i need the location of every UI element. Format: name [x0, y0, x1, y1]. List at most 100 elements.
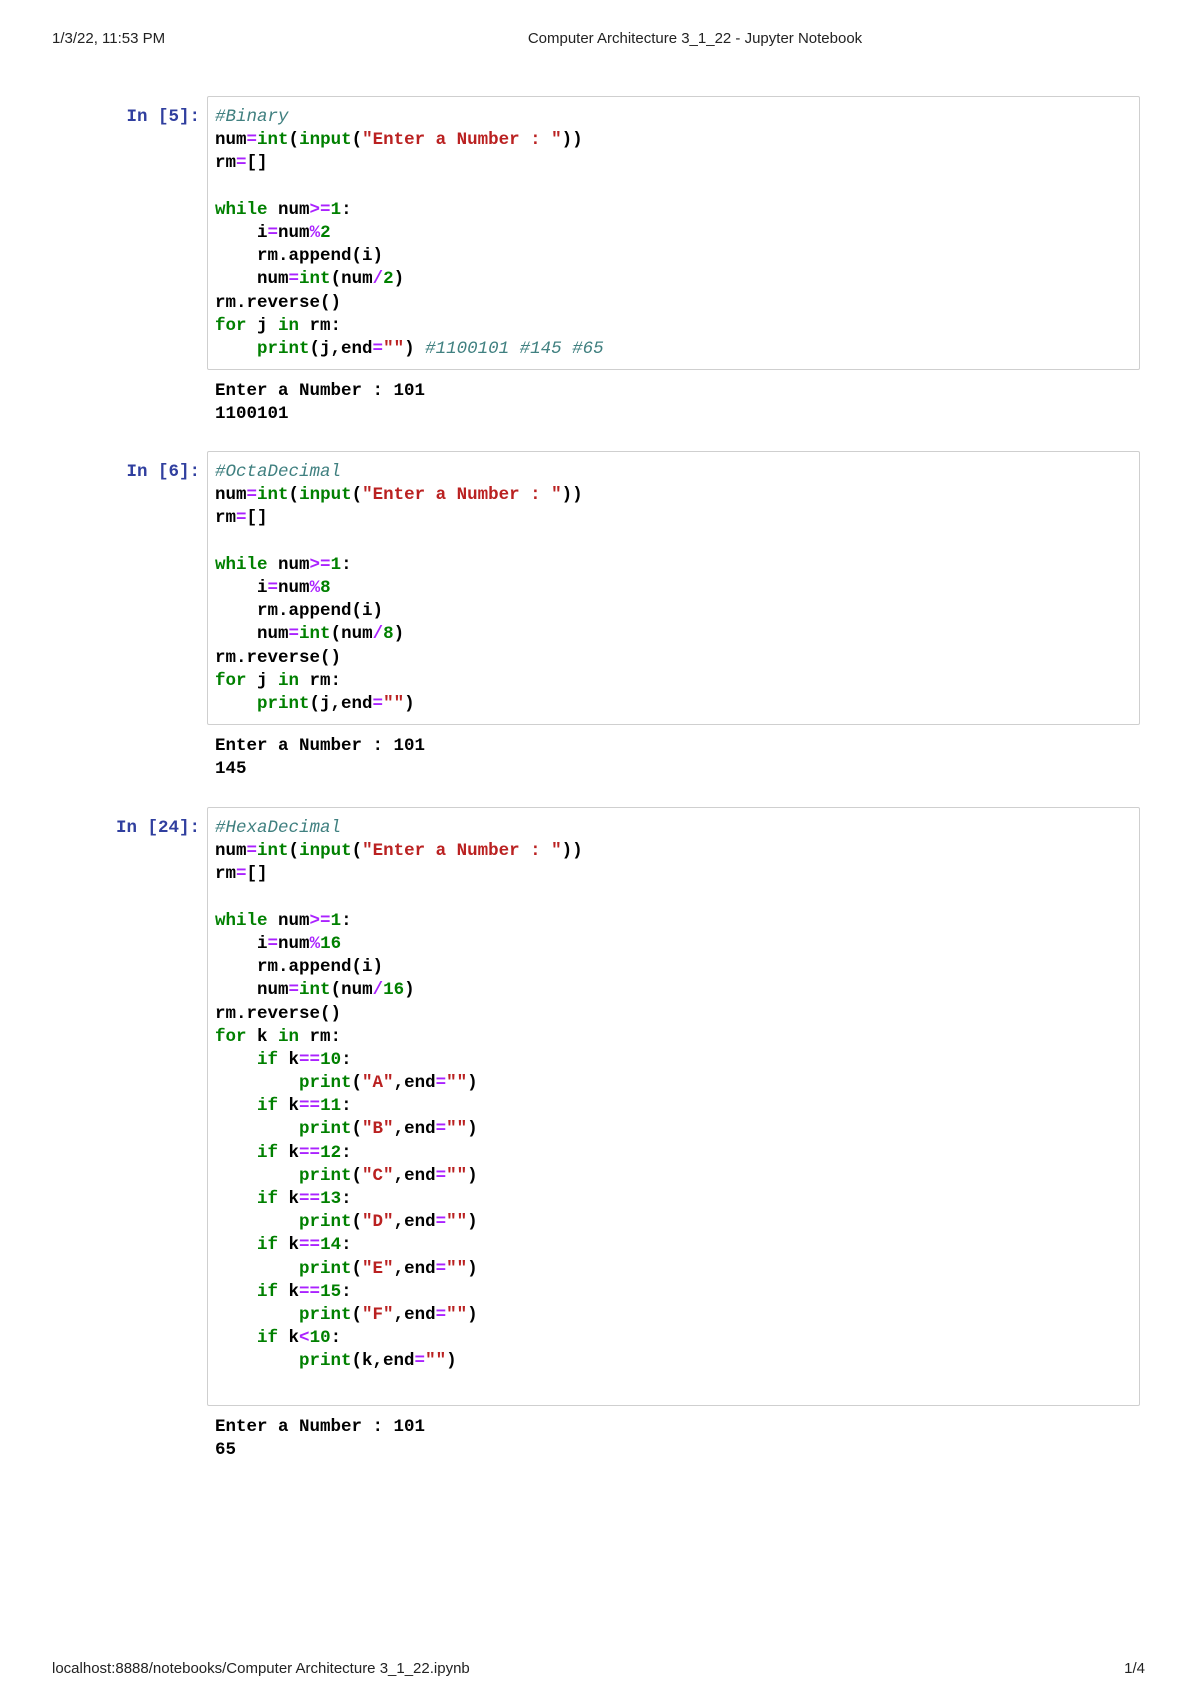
code-token: 1	[330, 910, 342, 931]
code-token: )	[404, 980, 415, 1001]
code-token: input	[299, 841, 352, 862]
code-editor[interactable]: #Binary num=int(input("Enter a Number : "…	[215, 106, 1132, 361]
code-token: =	[267, 933, 279, 954]
code-token: (j,end	[309, 338, 373, 359]
code-line: rm.append(i)	[215, 956, 1132, 979]
code-token: k	[278, 1049, 300, 1070]
code-token: num	[278, 577, 310, 598]
code-token: =	[435, 1073, 447, 1094]
code-token: input	[299, 130, 352, 151]
code-token: )	[467, 1304, 478, 1325]
code-line: if k==10:	[215, 1049, 1132, 1072]
code-token: i	[257, 222, 268, 243]
code-token: print	[257, 693, 310, 714]
code-token: ""	[446, 1073, 468, 1094]
code-token: ))	[561, 485, 583, 506]
code-token: []	[246, 508, 268, 529]
code-token: ==	[299, 1281, 321, 1302]
code-token: print	[299, 1119, 352, 1140]
code-token: =	[267, 222, 279, 243]
code-token: )	[467, 1073, 478, 1094]
code-token: ==	[299, 1235, 321, 1256]
code-token: []	[246, 864, 268, 885]
code-cell-input[interactable]: #HexaDecimal num=int(input("Enter a Numbe…	[207, 807, 1140, 1406]
code-token: k	[246, 1026, 279, 1047]
code-token: ""	[446, 1258, 468, 1279]
cell-output-line: Enter a Number : 101	[215, 736, 426, 757]
code-token: ==	[299, 1049, 321, 1070]
code-token: int	[257, 841, 289, 862]
code-cell-input[interactable]: #Binary num=int(input("Enter a Number : "…	[207, 96, 1140, 371]
code-token: k	[278, 1281, 300, 1302]
code-token: print	[299, 1212, 352, 1233]
code-token: ""	[383, 338, 405, 359]
code-line: i=num%16	[215, 933, 1132, 956]
code-token: num	[278, 199, 310, 220]
code-line: num=int(input("Enter a Number : "))	[215, 129, 1132, 152]
code-token: if	[257, 1096, 279, 1117]
code-token: (	[351, 485, 363, 506]
code-line: #OctaDecimal	[215, 461, 1132, 484]
code-token: "F"	[362, 1304, 394, 1325]
code-line: num=int(num/8)	[215, 623, 1132, 646]
code-token: /	[372, 980, 384, 1001]
code-line: while num>=1:	[215, 910, 1132, 933]
code-token: ""	[446, 1212, 468, 1233]
code-editor[interactable]: #HexaDecimal num=int(input("Enter a Numbe…	[215, 817, 1132, 1397]
code-token: print	[299, 1304, 352, 1325]
code-token: in	[278, 1026, 300, 1047]
code-line: for j in rm:	[215, 315, 1132, 338]
code-token: ""	[425, 1351, 447, 1372]
code-token: "Enter a Number : "	[362, 485, 562, 506]
code-token: i	[257, 933, 268, 954]
page-title: Computer Architecture 3_1_22 - Jupyter N…	[527, 30, 863, 47]
cell-prompt: In [24]:	[115, 818, 200, 838]
code-token: k	[278, 1096, 300, 1117]
code-token: int	[299, 269, 331, 290]
code-token: =	[288, 269, 300, 290]
code-token: int	[299, 624, 331, 645]
code-token: (	[351, 1258, 363, 1279]
code-token: ,end	[393, 1165, 436, 1186]
code-token: num	[278, 933, 310, 954]
code-token: num	[278, 910, 310, 931]
code-token: 1	[330, 199, 342, 220]
code-token: =	[435, 1119, 447, 1140]
code-token: )	[446, 1351, 457, 1372]
code-token: while	[215, 199, 268, 220]
code-token: =	[288, 624, 300, 645]
code-token: =	[435, 1165, 447, 1186]
code-token: num	[257, 980, 289, 1001]
code-token: =	[246, 841, 258, 862]
code-token: 16	[383, 980, 405, 1001]
code-cell-input[interactable]: #OctaDecimal num=int(input("Enter a Numbe…	[207, 451, 1140, 726]
code-token: =	[246, 130, 258, 151]
code-token: num	[215, 485, 247, 506]
code-token: :	[341, 1281, 352, 1302]
code-token: k	[278, 1189, 300, 1209]
code-token: ==	[299, 1189, 321, 1209]
code-editor[interactable]: #OctaDecimal num=int(input("Enter a Numbe…	[215, 461, 1132, 716]
code-token: 10	[309, 1328, 331, 1349]
code-token: for	[215, 670, 247, 691]
code-line: num=int(input("Enter a Number : "))	[215, 484, 1132, 507]
code-token: ,end	[393, 1212, 436, 1233]
code-token: in	[278, 315, 300, 336]
code-token: num	[341, 980, 373, 1001]
code-token: ))	[561, 130, 583, 151]
code-token: print	[299, 1258, 352, 1279]
code-token: 11	[320, 1096, 342, 1117]
code-token: #Binary	[215, 107, 289, 127]
